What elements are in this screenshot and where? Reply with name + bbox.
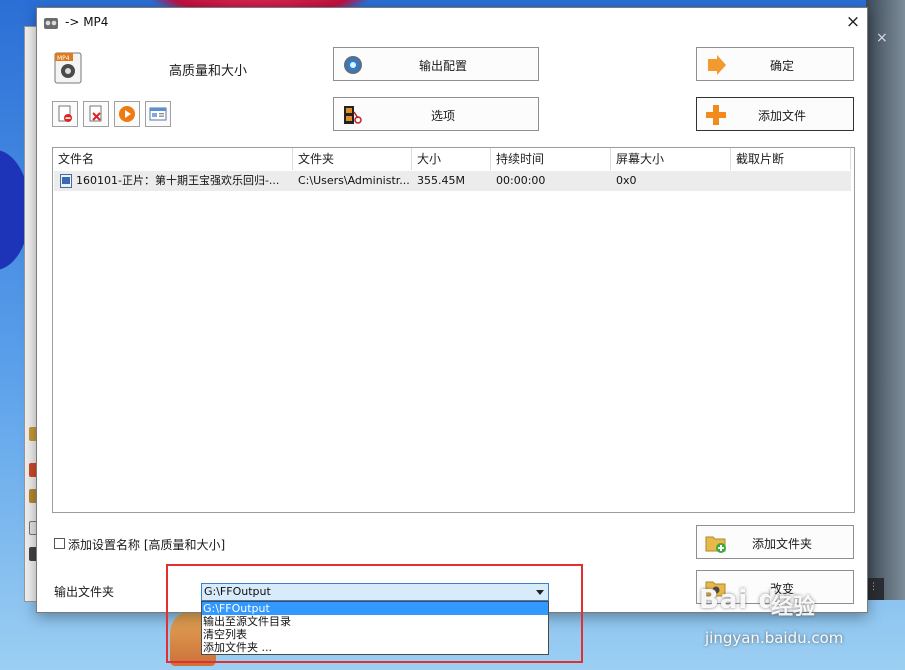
profile-label: 高质量和大小 xyxy=(169,64,248,79)
add-file-label: 添加文件 xyxy=(757,109,806,123)
app-icon xyxy=(44,18,58,29)
column-header-size[interactable]: 大小 xyxy=(412,148,491,170)
file-list-table[interactable]: 文件名 文件夹 大小 持续时间 屏幕大小 截取片断 160101-正片：第十期王… xyxy=(52,147,855,513)
output-config-label: 输出配置 xyxy=(418,59,467,73)
play-icon xyxy=(119,106,135,122)
output-folder-label: 输出文件夹 xyxy=(54,585,115,599)
svg-text:MP4: MP4 xyxy=(57,55,70,62)
add-file-button[interactable]: 添加文件 xyxy=(696,97,854,131)
add-folder-button[interactable]: 添加文件夹 xyxy=(696,525,854,559)
ok-button[interactable]: 确定 xyxy=(696,47,854,81)
file-info-button[interactable] xyxy=(145,101,171,127)
column-header-clip[interactable]: 截取片断 xyxy=(731,148,851,170)
checkbox-label: 添加设置名称 [高质量和大小] xyxy=(68,538,226,552)
close-icon: × xyxy=(876,30,888,46)
table-row[interactable]: 160101-正片：第十期王宝强欢乐回归-... C:\Users\Admini… xyxy=(54,171,851,191)
background-window: × xyxy=(866,0,905,600)
info-window-icon xyxy=(149,107,167,121)
remove-file-button[interactable] xyxy=(52,101,78,127)
convert-dialog: -> MP4 × MP4 高质量和大小 输出配置 确定 选项 添加文件 文件名 … xyxy=(36,7,868,613)
close-button[interactable]: × xyxy=(843,12,863,32)
ok-label: 确定 xyxy=(769,59,794,73)
change-label: 改变 xyxy=(769,582,794,596)
video-file-icon xyxy=(60,174,72,188)
close-icon: × xyxy=(845,12,861,32)
column-header-folder[interactable]: 文件夹 xyxy=(293,148,412,170)
cell-duration: 00:00:00 xyxy=(496,174,546,187)
cell-screen-size: 0x0 xyxy=(616,174,637,187)
cell-folder: C:\Users\Administr... xyxy=(298,174,410,187)
options-button[interactable]: 选项 xyxy=(333,97,539,131)
play-button[interactable] xyxy=(114,101,140,127)
title-bar: -> MP4 × xyxy=(37,8,867,38)
checkbox-box[interactable] xyxy=(54,538,65,549)
cell-clip xyxy=(732,171,850,191)
dropdown-option[interactable]: G:\FFOutput xyxy=(202,602,548,615)
change-button[interactable]: 改变 xyxy=(696,570,854,604)
dropdown-option[interactable]: 添加文件夹 ... xyxy=(202,641,548,654)
column-header-duration[interactable]: 持续时间 xyxy=(491,148,611,170)
column-header-filename[interactable]: 文件名 xyxy=(53,148,293,170)
window-title: -> MP4 xyxy=(65,15,109,29)
add-folder-label: 添加文件夹 xyxy=(751,537,812,551)
clear-list-button[interactable] xyxy=(83,101,109,127)
cell-size: 355.45M xyxy=(417,174,465,187)
output-folder-dropdown[interactable]: G:\FFOutput 输出至源文件目录 清空列表 添加文件夹 ... xyxy=(201,601,549,655)
dropdown-option[interactable]: 清空列表 xyxy=(202,628,548,641)
file-delete-icon xyxy=(89,105,102,122)
options-label: 选项 xyxy=(430,109,455,123)
grip-icon: ⋮ xyxy=(869,582,878,592)
file-remove-icon xyxy=(58,105,72,122)
output-config-button[interactable]: 输出配置 xyxy=(333,47,539,81)
table-header: 文件名 文件夹 大小 持续时间 屏幕大小 截取片断 xyxy=(53,148,854,170)
chevron-down-icon[interactable] xyxy=(536,590,544,595)
dropdown-option[interactable]: 输出至源文件目录 xyxy=(202,615,548,628)
mp4-format-icon: MP4 xyxy=(54,52,82,84)
output-folder-select[interactable]: G:\FFOutput xyxy=(201,583,549,601)
column-header-screen-size[interactable]: 屏幕大小 xyxy=(611,148,731,170)
cell-filename: 160101-正片：第十期王宝强欢乐回归-... xyxy=(76,174,280,187)
output-folder-value: G:\FFOutput xyxy=(204,585,271,598)
watermark-url: jingyan.baidu.com xyxy=(705,629,844,647)
